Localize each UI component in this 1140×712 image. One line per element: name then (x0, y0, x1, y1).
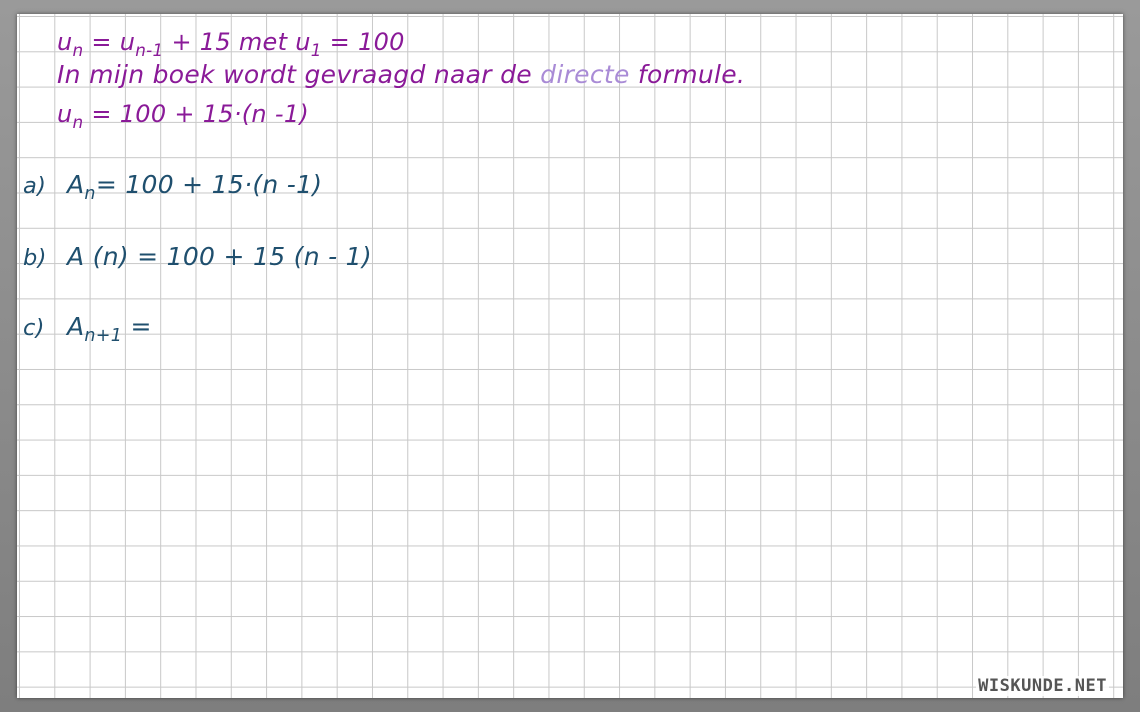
text-equals-u: = u (83, 28, 136, 56)
question-sentence: In mijn boek wordt gevraagd naar de dire… (57, 60, 745, 89)
part-a: a) An= 100 + 15·(n -1) (23, 170, 323, 204)
text-equals-100: = 100 (321, 28, 405, 56)
sentence-start: In mijn boek wordt gevraagd naar de (57, 60, 541, 89)
site-watermark: WISKUNDE.NET (976, 676, 1109, 696)
part-c-symbol: A (67, 312, 85, 341)
text-u: u (57, 28, 73, 56)
highlighted-word: directe (540, 60, 630, 89)
subscript-n: n (72, 111, 84, 132)
subscript-n: n (72, 39, 84, 60)
sentence-end: formule. (629, 60, 746, 89)
part-b: b) A (n) = 100 + 15 (n - 1) (23, 242, 372, 271)
window-frame: un = un-1 + 15 met u1 = 100 In mijn boek… (0, 0, 1140, 712)
direct-formula-expression: = 100 + 15·(n -1) (83, 100, 310, 128)
grid-paper: un = un-1 + 15 met u1 = 100 In mijn boek… (17, 14, 1123, 698)
subscript-n-minus-1: n-1 (135, 39, 164, 60)
part-b-label: b) (23, 245, 47, 271)
part-c: c) An+1 = (23, 312, 152, 346)
part-a-label: a) (23, 173, 47, 199)
part-a-symbol: A (67, 170, 85, 199)
recursive-formula-line: un = un-1 + 15 met u1 = 100 (57, 28, 405, 60)
part-a-subscript: n (84, 184, 96, 205)
text-u: u (57, 100, 73, 128)
part-a-expression: = 100 + 15·(n -1) (95, 170, 323, 199)
text-plus-15-met-u: + 15 met u (163, 28, 311, 56)
part-b-expression: A (n) = 100 + 15 (n - 1) (67, 242, 372, 271)
part-c-label: c) (23, 315, 45, 341)
direct-formula-line: un = 100 + 15·(n -1) (57, 100, 310, 132)
part-c-subscript: n+1 (84, 326, 123, 347)
part-c-expression: = (122, 312, 152, 341)
subscript-1: 1 (310, 39, 322, 60)
